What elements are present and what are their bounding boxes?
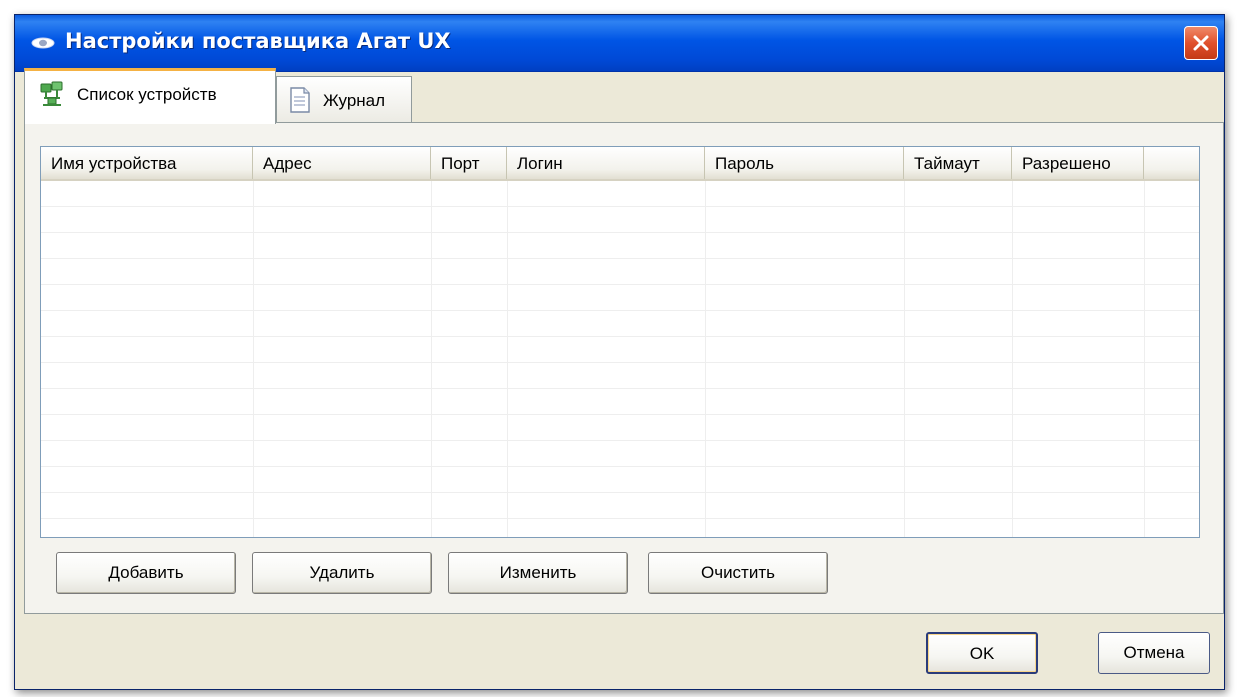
table-row <box>41 519 1199 537</box>
column-header-enabled[interactable]: Разрешено <box>1012 147 1144 179</box>
tab-journal[interactable]: Журнал <box>276 76 412 122</box>
table-row <box>41 233 1199 259</box>
table-row <box>41 311 1199 337</box>
column-header-password[interactable]: Пароль <box>705 147 904 179</box>
device-list-header: Имя устройства Адрес Порт Логин Пароль Т… <box>41 147 1199 181</box>
tab-journal-label: Журнал <box>323 91 386 110</box>
table-row <box>41 389 1199 415</box>
column-divider <box>1144 181 1145 537</box>
table-row <box>41 181 1199 207</box>
network-devices-icon <box>39 81 67 114</box>
table-row <box>41 363 1199 389</box>
close-button[interactable] <box>1184 26 1218 60</box>
column-header-port[interactable]: Порт <box>431 147 507 179</box>
column-header-device-name[interactable]: Имя устройства <box>41 147 253 179</box>
eye-icon <box>31 35 55 49</box>
table-row <box>41 337 1199 363</box>
tab-device-list-label: Список устройств <box>77 85 217 104</box>
table-row <box>41 207 1199 233</box>
column-divider <box>705 181 706 537</box>
delete-button[interactable]: Удалить <box>252 552 432 594</box>
table-row <box>41 441 1199 467</box>
column-header-filler <box>1144 147 1199 179</box>
table-row <box>41 467 1199 493</box>
title-bar[interactable]: Настройки поставщика Агат UX <box>15 15 1224 72</box>
cancel-button[interactable]: Отмена <box>1098 632 1210 674</box>
clear-button[interactable]: Очистить <box>648 552 828 594</box>
window-title: Настройки поставщика Агат UX <box>65 29 451 53</box>
column-divider <box>507 181 508 537</box>
ok-button[interactable]: OK <box>926 632 1038 674</box>
device-list-body[interactable] <box>41 181 1199 537</box>
column-header-timeout[interactable]: Таймаут <box>904 147 1012 179</box>
column-divider <box>253 181 254 537</box>
table-row <box>41 285 1199 311</box>
add-button[interactable]: Добавить <box>56 552 236 594</box>
table-row <box>41 259 1199 285</box>
column-divider <box>431 181 432 537</box>
column-divider <box>1012 181 1013 537</box>
edit-button[interactable]: Изменить <box>448 552 628 594</box>
table-row <box>41 493 1199 519</box>
tab-device-list[interactable]: Список устройств <box>24 68 276 124</box>
column-header-login[interactable]: Логин <box>507 147 705 179</box>
device-list[interactable]: Имя устройства Адрес Порт Логин Пароль Т… <box>40 146 1200 538</box>
column-divider <box>904 181 905 537</box>
column-header-address[interactable]: Адрес <box>253 147 431 179</box>
table-row <box>41 415 1199 441</box>
document-icon <box>289 87 311 118</box>
